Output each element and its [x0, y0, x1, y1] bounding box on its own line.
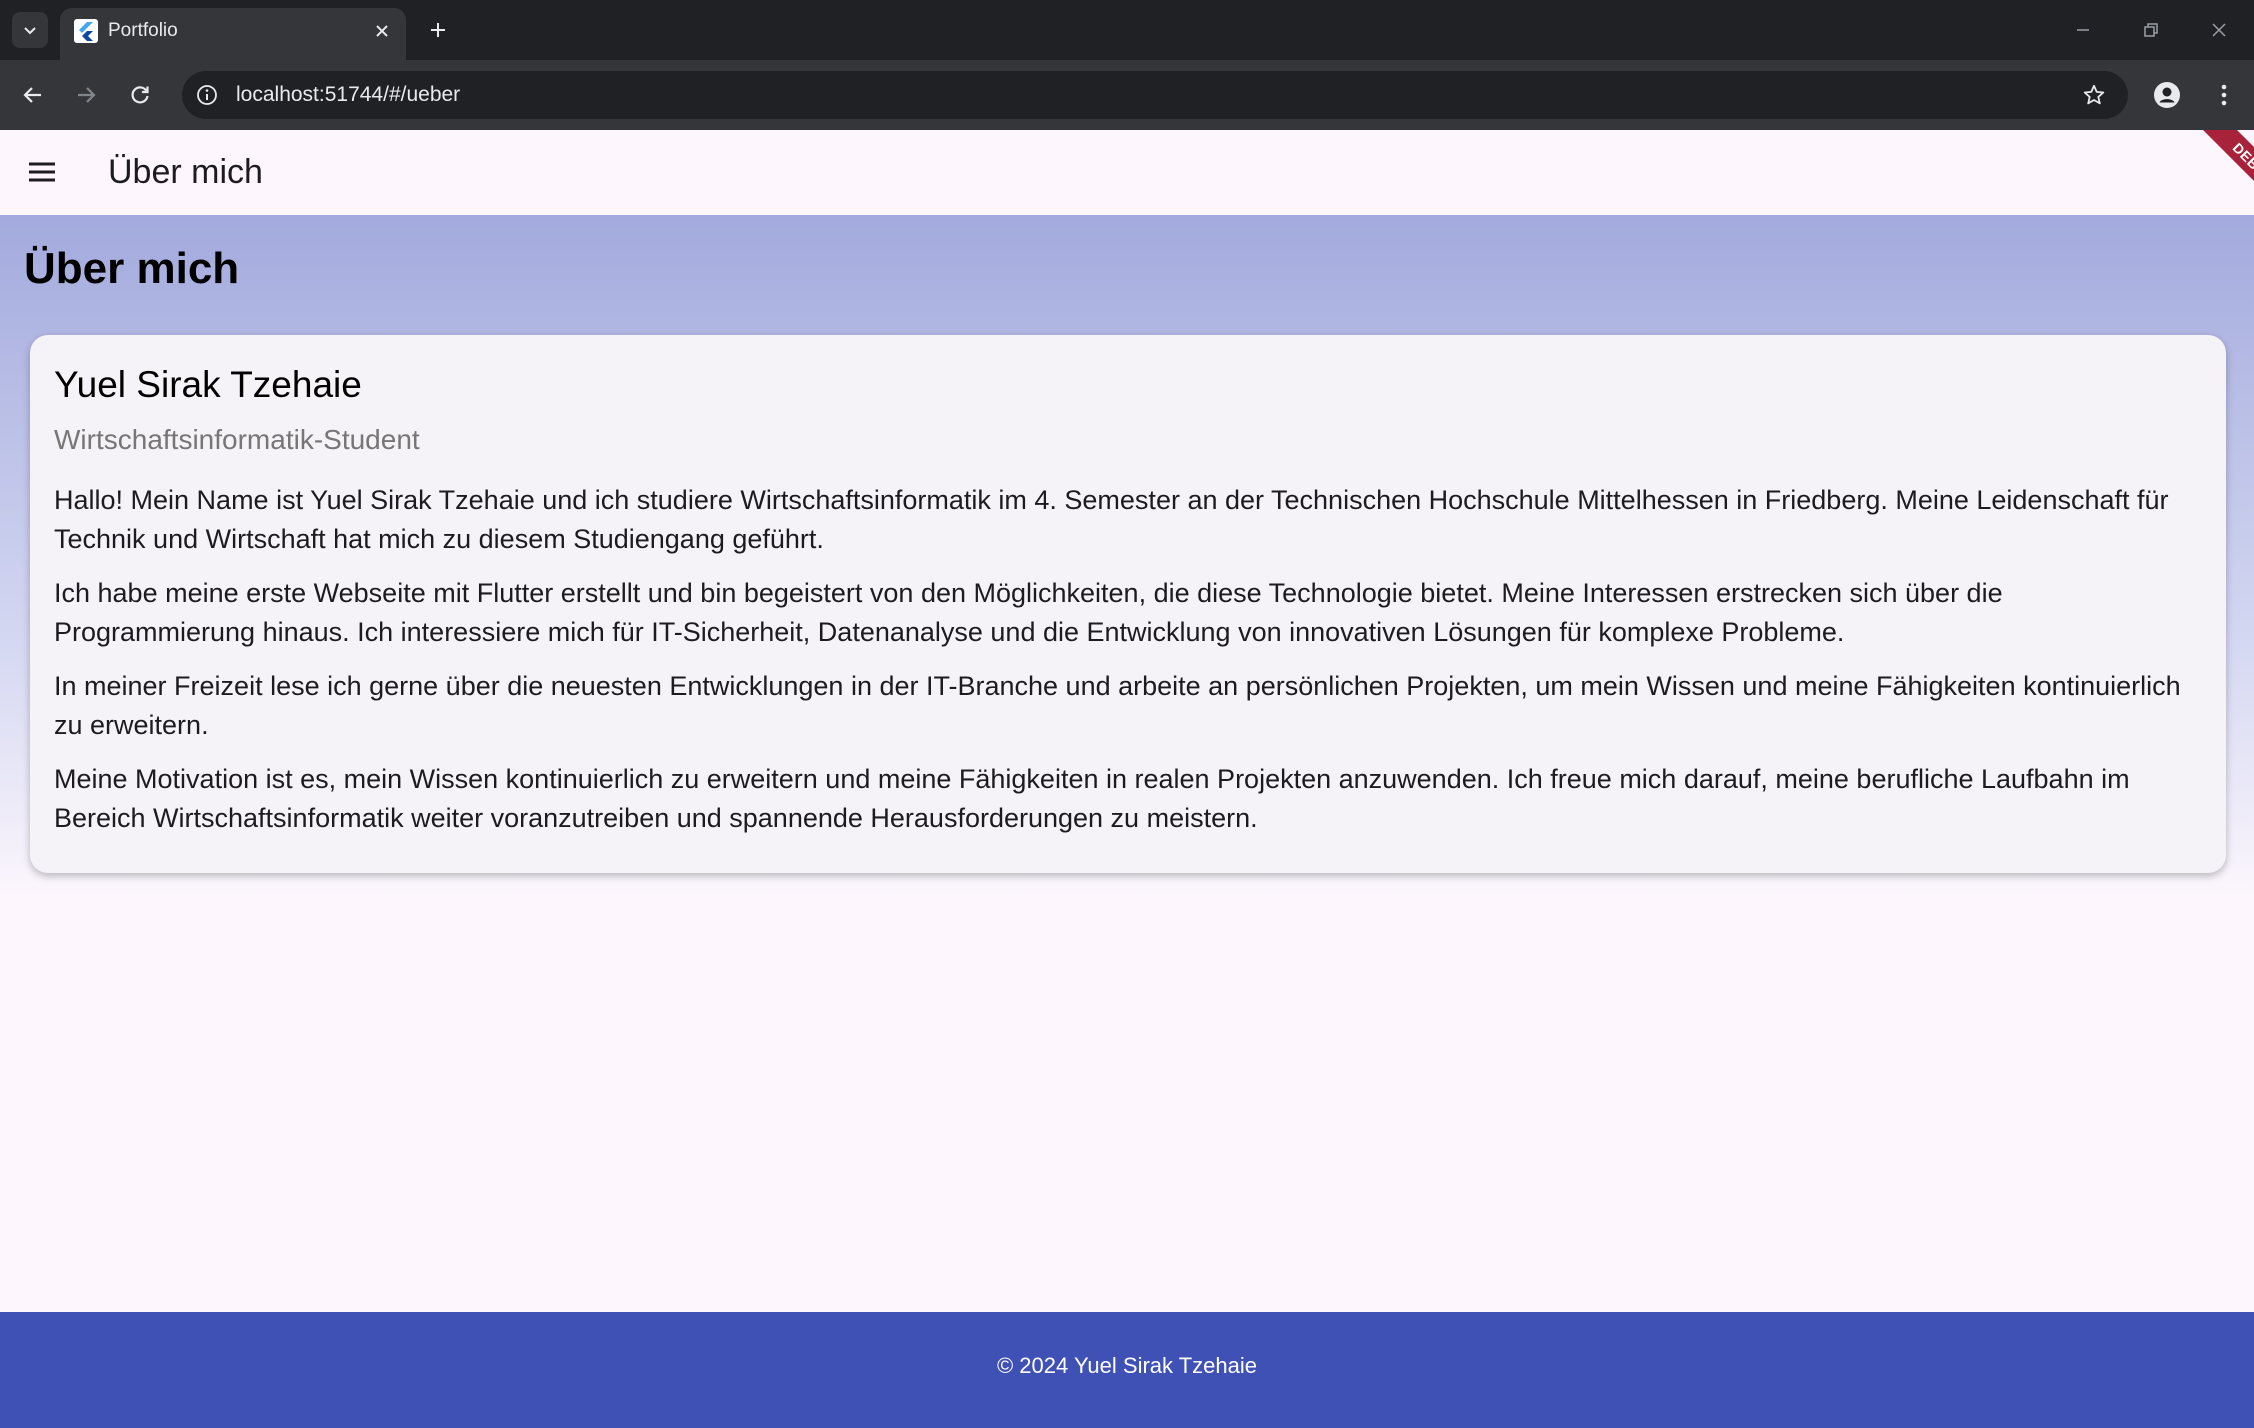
- star-icon[interactable]: [2080, 81, 2108, 109]
- debug-banner: DEBUG: [2164, 130, 2254, 215]
- about-paragraph: Ich habe meine erste Webseite mit Flutte…: [54, 578, 2003, 647]
- restore-icon: [2144, 23, 2158, 37]
- page-title: Über mich: [24, 244, 240, 293]
- footer: © 2024 Yuel Sirak Tzehaie: [0, 1312, 2254, 1428]
- about-paragraph: Meine Motivation ist es, mein Wissen kon…: [54, 764, 2130, 833]
- back-button[interactable]: [14, 76, 52, 114]
- browser-tab[interactable]: Portfolio: [60, 8, 406, 60]
- debug-label: DEBUG: [2188, 130, 2254, 215]
- address-bar[interactable]: localhost:51744/#/ueber: [182, 71, 2128, 119]
- profile-button[interactable]: [2148, 76, 2186, 114]
- app-bar-title: Über mich: [108, 153, 263, 191]
- new-tab-button[interactable]: [420, 12, 456, 48]
- close-icon: [376, 25, 388, 37]
- restore-button[interactable]: [2118, 0, 2184, 60]
- reload-button[interactable]: [121, 76, 159, 114]
- about-paragraph: Hallo! Mein Name ist Yuel Sirak Tzehaie …: [54, 485, 2169, 554]
- person-subtitle: Wirtschaftsinformatik-Student: [54, 424, 420, 455]
- tab-title: Portfolio: [108, 20, 178, 41]
- window-close-button[interactable]: [2186, 0, 2252, 60]
- drawer-menu-button[interactable]: [20, 150, 64, 194]
- browser-menu-button[interactable]: [2205, 76, 2243, 114]
- page-content: Über mich Yuel Sirak Tzehaie Wirtschafts…: [0, 215, 2254, 905]
- plus-icon: [431, 23, 445, 37]
- more-vert-icon: [2221, 84, 2227, 106]
- close-icon: [2212, 23, 2226, 37]
- browser-toolbar: localhost:51744/#/ueber: [0, 60, 2254, 130]
- url-text[interactable]: localhost:51744/#/ueber: [236, 83, 460, 107]
- reload-icon: [131, 86, 149, 104]
- tab-list-button[interactable]: [12, 12, 48, 48]
- about-paragraph: In meiner Freizeit lese ich gerne über d…: [54, 671, 2181, 740]
- arrow-right-icon: [78, 87, 96, 103]
- tab-close-button[interactable]: [368, 17, 396, 45]
- minimize-button[interactable]: [2050, 0, 2116, 60]
- person-name: Yuel Sirak Tzehaie: [54, 364, 362, 405]
- person-icon: [2154, 82, 2180, 108]
- info-icon[interactable]: [194, 82, 220, 108]
- menu-icon: [29, 162, 55, 182]
- copyright-text: © 2024 Yuel Sirak Tzehaie: [996, 1353, 1257, 1378]
- about-card: Yuel Sirak Tzehaie Wirtschaftsinformatik…: [30, 335, 2226, 873]
- flutter-icon: [74, 19, 98, 43]
- browser-tab-strip: Portfolio: [0, 0, 2254, 60]
- arrow-left-icon: [23, 87, 41, 103]
- minimize-icon: [2077, 29, 2089, 31]
- forward-button[interactable]: [67, 76, 105, 114]
- app-bar: Über mich DEBUG: [0, 130, 2254, 215]
- chevron-down-icon: [24, 27, 36, 35]
